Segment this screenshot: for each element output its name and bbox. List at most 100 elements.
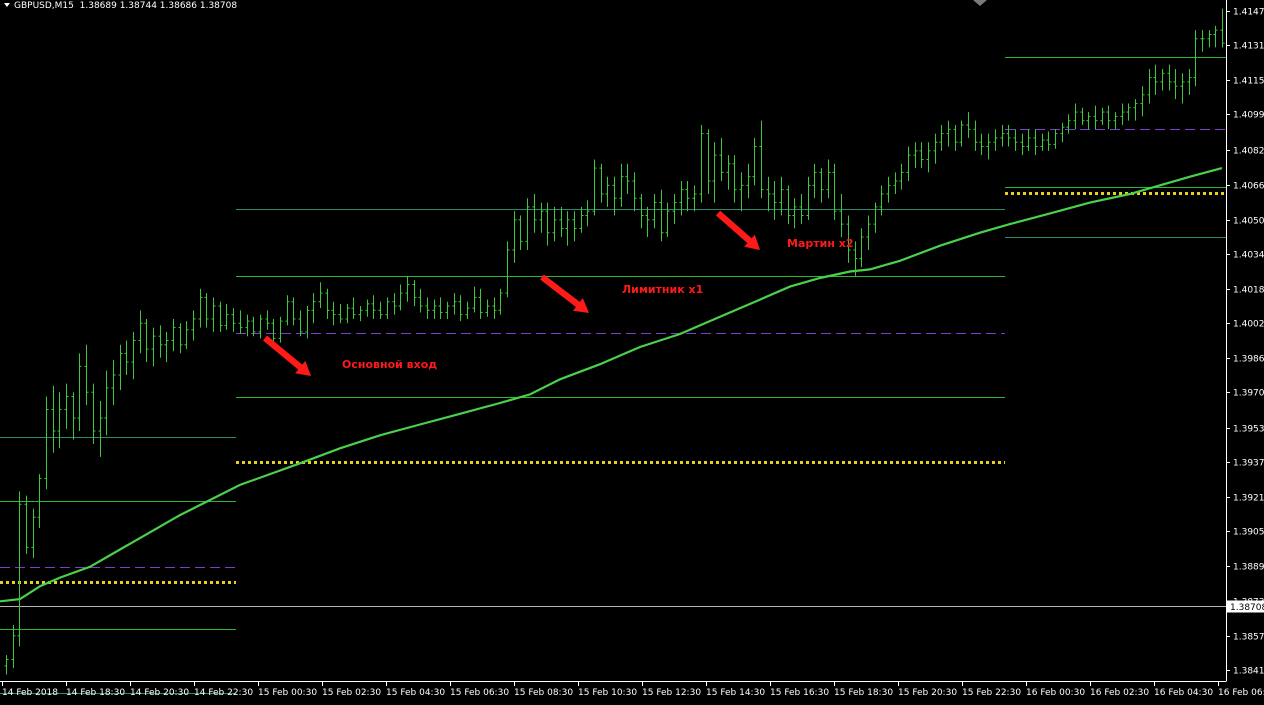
time-tick-label: 15 Feb 20:30 — [898, 688, 957, 698]
ohlc-bar — [1066, 114, 1071, 134]
ohlc-bar — [204, 293, 209, 328]
ohlc-bar — [271, 318, 276, 343]
price-tick-label: 1.40020 — [1233, 320, 1264, 330]
ohlc-bar — [178, 323, 183, 354]
chart-title: GBPUSD,M15 1.38689 1.38744 1.38686 1.387… — [4, 1, 237, 11]
price-tick-label: 1.40180 — [1233, 286, 1264, 296]
ohlc-bar — [866, 215, 871, 250]
ohlc-bar — [164, 331, 169, 363]
ohlc-bar — [559, 206, 564, 238]
ohlc-bar — [111, 359, 116, 406]
ohlc-bar — [184, 321, 189, 350]
ohlc-bar — [365, 299, 370, 317]
ohlc-bar — [973, 120, 978, 151]
ohlc-bar — [839, 193, 844, 238]
ohlc-bar — [512, 211, 517, 263]
ohlc-bar — [1173, 68, 1178, 100]
ohlc-bar — [605, 176, 610, 207]
ohlc-bar — [84, 344, 89, 406]
ohlc-bar — [1193, 30, 1198, 87]
time-tick-label: 14 Feb 18:30 — [66, 688, 125, 698]
moving-average — [0, 167, 1223, 603]
ohlc-bar — [772, 181, 777, 220]
ohlc-bar — [318, 282, 323, 309]
price-tick-label: 1.38410 — [1233, 667, 1264, 677]
ohlc-bar — [732, 155, 737, 203]
chart-menu-triangle-icon[interactable] — [4, 3, 10, 7]
price-tick-label: 1.41150 — [1233, 77, 1264, 87]
ohlc-bar — [792, 198, 797, 229]
ohlc-bar — [211, 297, 216, 332]
scroll-marker-icon[interactable] — [973, 0, 987, 6]
ohlc-bar — [685, 181, 690, 212]
ohlc-bar — [1126, 103, 1131, 121]
ohlc-bar — [518, 215, 523, 250]
ohlc-bar — [712, 142, 717, 203]
time-tick-label: 15 Feb 04:30 — [386, 688, 445, 698]
time-tick-label: 14 Feb 22:30 — [194, 688, 253, 698]
ohlc-bar — [291, 297, 296, 326]
ohlc-bar — [458, 295, 463, 322]
ohlc-bar — [1133, 99, 1138, 121]
price-tick-label: 1.39375 — [1233, 459, 1264, 469]
ohlc-bar — [492, 297, 497, 319]
price-axis: 1.41470 1.41310 1.41150 1.40990 1.40825 1.406… — [1226, 0, 1264, 681]
ohlc-bar — [1060, 122, 1065, 143]
ohlc-bar — [1020, 133, 1025, 156]
ohlc-bar — [285, 295, 290, 326]
ohlc-bar — [659, 189, 664, 242]
ohlc-bar — [265, 310, 270, 330]
ohlc-bar — [1187, 68, 1192, 95]
ohlc-bar — [552, 206, 557, 242]
ohlc-bar — [1073, 103, 1078, 130]
ohlc-bar — [893, 172, 898, 194]
ohlc-bar — [525, 198, 530, 250]
ohlc-bar — [171, 318, 176, 352]
ohlc-bar — [933, 133, 938, 164]
ohlc-bar — [746, 163, 751, 199]
ohlc-bar — [405, 275, 410, 302]
ohlc-bar — [939, 124, 944, 151]
annotation-limit: Лимитник х1 — [622, 283, 704, 296]
ohlc-bar — [325, 288, 330, 319]
ohlc-bar — [565, 211, 570, 246]
ohlc-bar — [191, 310, 196, 341]
ohlc-bar — [719, 137, 724, 182]
ohlc-bar — [51, 385, 56, 453]
ohlc-bar — [1006, 124, 1011, 147]
price-tick-label: 1.38895 — [1233, 563, 1264, 573]
ohlc-bar — [1040, 133, 1045, 151]
ohlc-bar — [17, 491, 22, 647]
time-tick-label: 16 Feb 06:30 — [1218, 688, 1264, 698]
ohlc-bar — [385, 297, 390, 319]
ohlc-bar — [619, 163, 624, 207]
ohlc-bar — [639, 193, 644, 229]
price-tick-label: 1.39700 — [1233, 389, 1264, 399]
ohlc-bar — [57, 392, 62, 449]
ohlc-bar — [1106, 105, 1111, 130]
time-tick-label: 14 Feb 20:30 — [130, 688, 189, 698]
ohlc-bar — [438, 297, 443, 319]
ohlc-bar — [906, 146, 911, 182]
ohlc-bar — [1100, 107, 1105, 125]
ohlc-label: 1.38689 1.38744 1.38686 1.38708 — [79, 1, 238, 11]
ohlc-bar — [198, 288, 203, 328]
ohlc-bar — [832, 163, 837, 220]
ohlc-bar — [498, 288, 503, 315]
time-tick-label: 15 Feb 02:30 — [322, 688, 381, 698]
ohlc-bar — [959, 120, 964, 147]
ohlc-bar — [345, 303, 350, 324]
time-tick-label: 15 Feb 14:30 — [706, 688, 765, 698]
ohlc-bar — [873, 202, 878, 233]
ohlc-bar — [452, 293, 457, 315]
ohlc-bar — [592, 159, 597, 216]
ohlc-bar — [665, 202, 670, 238]
ohlc-bar — [1207, 30, 1212, 48]
ohlc-bar — [766, 176, 771, 212]
ohlc-bar — [726, 155, 731, 190]
ohlc-bar — [104, 370, 109, 436]
price-chart[interactable]: 1.41470 1.41310 1.41150 1.40990 1.40825 1.406… — [0, 0, 1264, 705]
price-tick-label: 1.40825 — [1233, 147, 1264, 157]
ohlc-bar — [31, 508, 36, 559]
ohlc-bar — [1053, 129, 1058, 149]
